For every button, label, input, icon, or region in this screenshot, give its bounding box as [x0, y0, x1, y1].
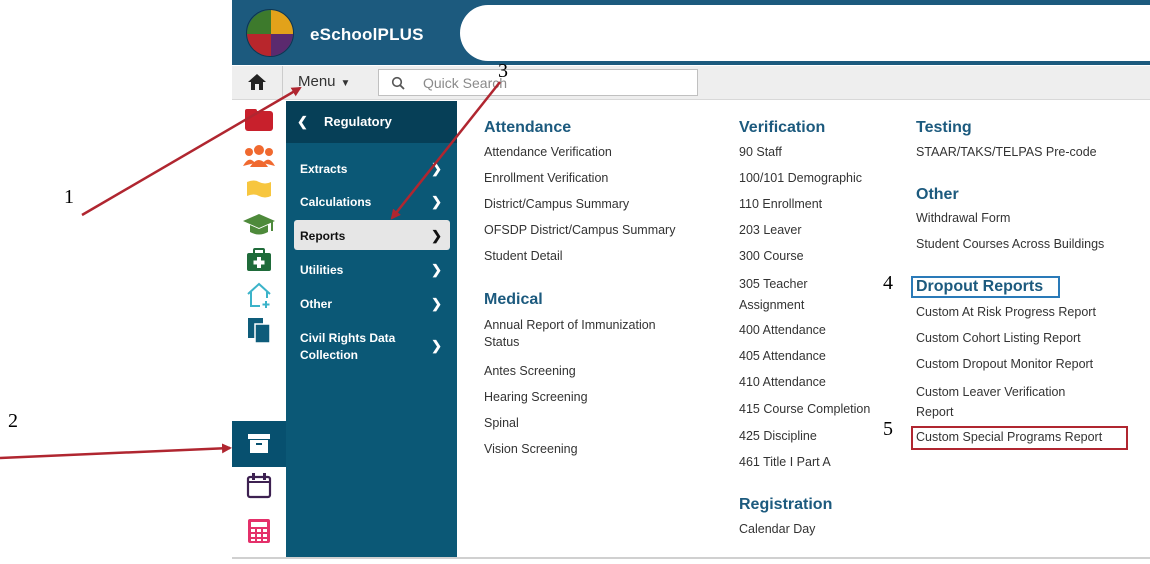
annotation-number-3: 3 [498, 60, 508, 82]
annotation-number-1: 1 [64, 186, 74, 208]
annotation-arrow-3 [390, 81, 501, 220]
annotation-number-4: 4 [883, 272, 893, 294]
annotation-number-5: 5 [883, 418, 893, 440]
annotation-number-2: 2 [8, 410, 18, 432]
annotation-arrow-1 [81, 86, 302, 217]
annotation-arrow-2 [0, 443, 232, 460]
annotation-arrows [0, 81, 501, 460]
